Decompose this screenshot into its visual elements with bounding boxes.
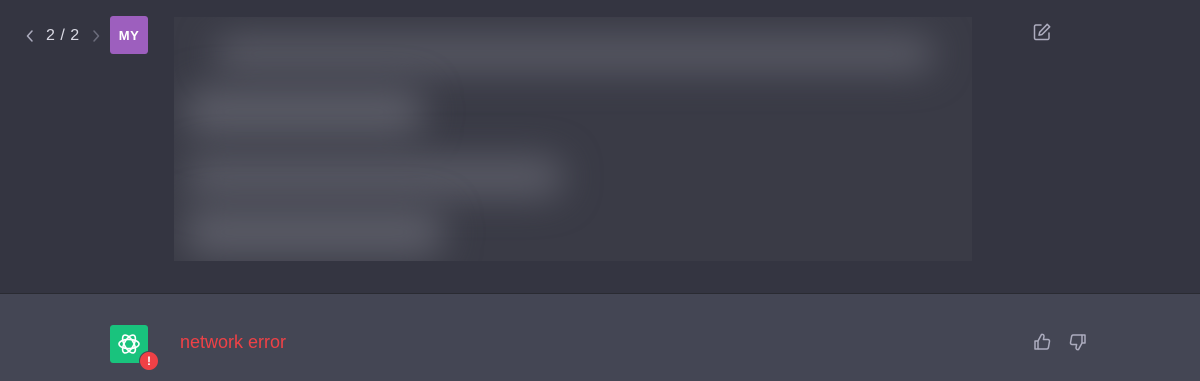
thumbs-up-icon bbox=[1034, 333, 1051, 350]
user-message-content-blurred bbox=[174, 17, 972, 261]
feedback-buttons bbox=[1030, 330, 1090, 354]
edit-message-button[interactable] bbox=[1030, 20, 1054, 44]
user-message-row: 2 / 2 MY bbox=[0, 0, 1200, 293]
error-badge: ! bbox=[139, 351, 159, 371]
error-message: network error bbox=[180, 332, 287, 352]
thumbs-down-button[interactable] bbox=[1066, 330, 1090, 354]
openai-logo-icon bbox=[118, 334, 140, 354]
thumbs-up-button[interactable] bbox=[1030, 330, 1054, 354]
assistant-message-row: ! network error bbox=[0, 293, 1200, 381]
response-pager: 2 / 2 bbox=[22, 25, 104, 47]
thumbs-down-icon bbox=[1069, 334, 1086, 351]
edit-icon bbox=[1033, 23, 1051, 41]
previous-response-button[interactable] bbox=[22, 25, 38, 47]
next-response-button[interactable] bbox=[88, 25, 104, 47]
response-counter: 2 / 2 bbox=[46, 27, 80, 44]
chevron-right-icon bbox=[92, 30, 99, 42]
chevron-left-icon bbox=[26, 30, 33, 42]
user-avatar: MY bbox=[110, 16, 148, 54]
